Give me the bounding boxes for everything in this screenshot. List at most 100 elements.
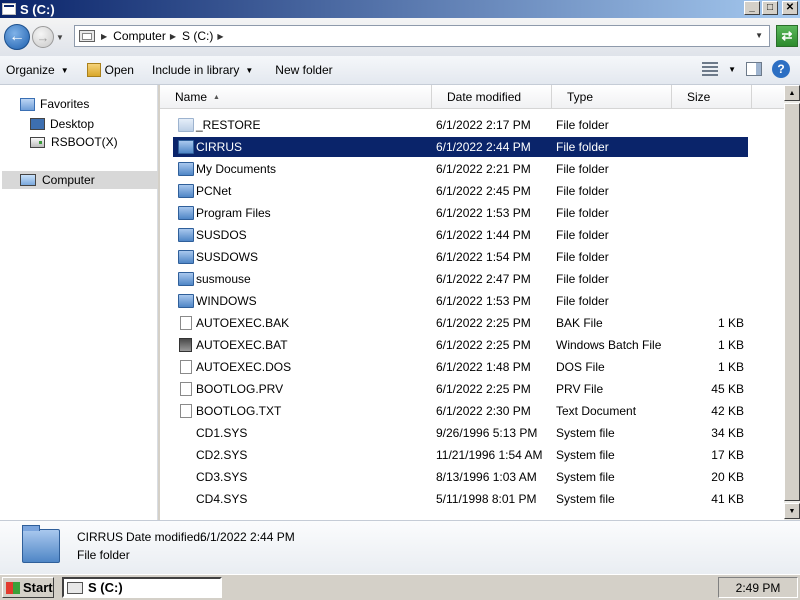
start-button[interactable]: Start	[2, 577, 54, 598]
views-icon[interactable]	[702, 62, 719, 76]
file-row[interactable]: SUSDOWS 6/1/2022 1:54 PM File folder	[173, 247, 748, 267]
organize-button[interactable]: Organize ▼	[0, 59, 75, 81]
clock[interactable]: 2:49 PM	[736, 581, 781, 595]
file-row[interactable]: susmouse 6/1/2022 2:47 PM File folder	[173, 269, 748, 289]
file-icon	[180, 382, 192, 396]
folder-icon	[178, 162, 194, 176]
open-icon	[86, 63, 101, 77]
file-type: File folder	[556, 206, 609, 220]
nav-rsboot[interactable]: RSBOOT(X)	[30, 133, 118, 151]
views-dropdown-icon[interactable]: ▼	[728, 65, 736, 74]
nav-desktop-label: Desktop	[50, 117, 95, 131]
file-size: 45 KB	[711, 382, 744, 396]
nav-favorites-label: Favorites	[40, 97, 90, 111]
column-header-type[interactable]: Type	[552, 85, 672, 109]
forward-button[interactable]: →	[32, 26, 54, 48]
chevron-right-icon[interactable]: ▶	[217, 32, 223, 41]
file-name: _RESTORE	[196, 118, 261, 132]
title-bar[interactable]: S (C:) _ □ ✕	[0, 0, 800, 18]
file-date-modified: 6/1/2022 2:25 PM	[436, 382, 531, 396]
file-size: 1 KB	[717, 316, 744, 330]
file-date-modified: 6/1/2022 2:45 PM	[436, 184, 531, 198]
file-name: AUTOEXEC.BAK	[196, 316, 290, 330]
new-folder-button[interactable]: New folder	[269, 59, 338, 81]
details-date-label: Date modified:	[126, 530, 204, 544]
preview-pane-icon[interactable]	[746, 62, 762, 76]
file-row[interactable]: AUTOEXEC.BAT 6/1/2022 2:25 PM Windows Batc…	[173, 335, 748, 355]
minimize-button[interactable]: _	[744, 1, 760, 15]
column-header-name[interactable]: Name ▲	[160, 85, 432, 109]
file-type: System file	[556, 492, 615, 506]
file-date-modified: 8/13/1996 1:03 AM	[436, 470, 537, 484]
address-bar[interactable]: ▶ Computer ▶ S (C:) ▶ ▼	[74, 25, 770, 47]
organize-label: Organize	[6, 63, 55, 77]
chevron-down-icon: ▼	[60, 65, 69, 75]
file-date-modified: 6/1/2022 2:25 PM	[436, 316, 531, 330]
open-label: Open	[104, 63, 134, 77]
chevron-right-icon[interactable]: ▶	[170, 32, 176, 41]
file-type: System file	[556, 448, 615, 462]
file-name: BOOTLOG.TXT	[196, 404, 282, 418]
sort-ascending-icon: ▲	[213, 93, 220, 101]
file-row[interactable]: CD2.SYS 11/21/1996 1:54 AM System file 17 K…	[173, 445, 748, 465]
nav-desktop[interactable]: Desktop	[30, 115, 94, 133]
nav-computer[interactable]: Computer	[2, 171, 158, 189]
file-type: System file	[556, 426, 615, 440]
address-row: ← → ▼ ▶ Computer ▶ S (C:) ▶ ▼ ⇄	[0, 18, 800, 56]
file-type: File folder	[556, 184, 609, 198]
breadcrumb-drive[interactable]: S (C:)	[182, 29, 213, 43]
file-row[interactable]: CIRRUS 6/1/2022 2:44 PM File folder	[173, 137, 748, 157]
file-row[interactable]: PCNet 6/1/2022 2:45 PM File folder	[173, 181, 748, 201]
nav-favorites[interactable]: Favorites	[20, 95, 89, 113]
file-size	[676, 181, 744, 201]
address-dropdown-icon[interactable]: ▼	[755, 31, 763, 40]
file-size	[676, 291, 744, 311]
file-row[interactable]: AUTOEXEC.DOS 6/1/2022 1:48 PM DOS File 1 KB	[173, 357, 748, 377]
file-name: My Documents	[196, 162, 277, 176]
file-name: CD4.SYS	[196, 492, 248, 506]
file-row[interactable]: CD1.SYS 9/26/1996 5:13 PM System file 34 KB	[173, 423, 748, 443]
scroll-up-button[interactable]: ▲	[784, 85, 800, 101]
back-button[interactable]: ←	[4, 24, 30, 50]
taskbar-window-button[interactable]: S (C:)	[62, 577, 222, 598]
file-list[interactable]: Name ▲ Date modified Type Size _RESTORE 6…	[160, 85, 784, 520]
file-row[interactable]: CD3.SYS 8/13/1996 1:03 AM System file 20 KB	[173, 467, 748, 487]
taskbar: Start S (C:) 2:49 PM	[0, 574, 800, 600]
system-file-icon	[178, 426, 194, 440]
file-row[interactable]: BOOTLOG.TXT 6/1/2022 2:30 PM Text Document…	[173, 401, 748, 421]
file-row[interactable]: BOOTLOG.PRV 6/1/2022 2:25 PM PRV File 45 KB	[173, 379, 748, 399]
file-row[interactable]: CD4.SYS 5/11/1998 8:01 PM System file 41 KB	[173, 489, 748, 509]
scroll-down-button[interactable]: ▼	[784, 503, 800, 519]
open-button[interactable]: Open	[81, 59, 140, 81]
file-name: PCNet	[196, 184, 232, 198]
refresh-button[interactable]: ⇄	[776, 25, 798, 47]
recent-pages-dropdown[interactable]: ▼	[56, 33, 66, 42]
close-button[interactable]: ✕	[782, 1, 798, 15]
folder-icon	[178, 228, 194, 242]
vertical-scrollbar[interactable]: ▲ ▼	[784, 85, 800, 520]
file-row[interactable]: Program Files 6/1/2022 1:53 PM File folder	[173, 203, 748, 223]
file-size	[676, 247, 744, 267]
file-row[interactable]: _RESTORE 6/1/2022 2:17 PM File folder	[173, 115, 748, 135]
system-tray: 2:49 PM	[718, 577, 798, 598]
column-header-size[interactable]: Size	[672, 85, 752, 109]
include-in-library-button[interactable]: Include in library ▼	[146, 59, 259, 81]
file-type: File folder	[556, 272, 609, 286]
file-date-modified: 11/21/1996 1:54 AM	[436, 448, 543, 462]
file-date-modified: 6/1/2022 2:30 PM	[436, 404, 531, 418]
chevron-right-icon[interactable]: ▶	[101, 32, 107, 41]
column-header-date[interactable]: Date modified	[432, 85, 552, 109]
drive-icon	[67, 581, 83, 594]
file-type: File folder	[556, 162, 609, 176]
file-name: CD3.SYS	[196, 470, 248, 484]
file-row[interactable]: AUTOEXEC.BAK 6/1/2022 2:25 PM BAK File 1 KB	[173, 313, 748, 333]
help-icon[interactable]: ?	[772, 60, 790, 78]
file-row[interactable]: My Documents 6/1/2022 2:21 PM File folder	[173, 159, 748, 179]
file-row[interactable]: WINDOWS 6/1/2022 1:53 PM File folder	[173, 291, 748, 311]
window-icon	[2, 3, 16, 15]
file-row[interactable]: SUSDOS 6/1/2022 1:44 PM File folder	[173, 225, 748, 245]
maximize-button[interactable]: □	[762, 1, 778, 15]
scroll-thumb[interactable]	[784, 103, 800, 501]
breadcrumb-computer[interactable]: Computer	[113, 29, 166, 43]
folder-icon	[178, 184, 194, 198]
